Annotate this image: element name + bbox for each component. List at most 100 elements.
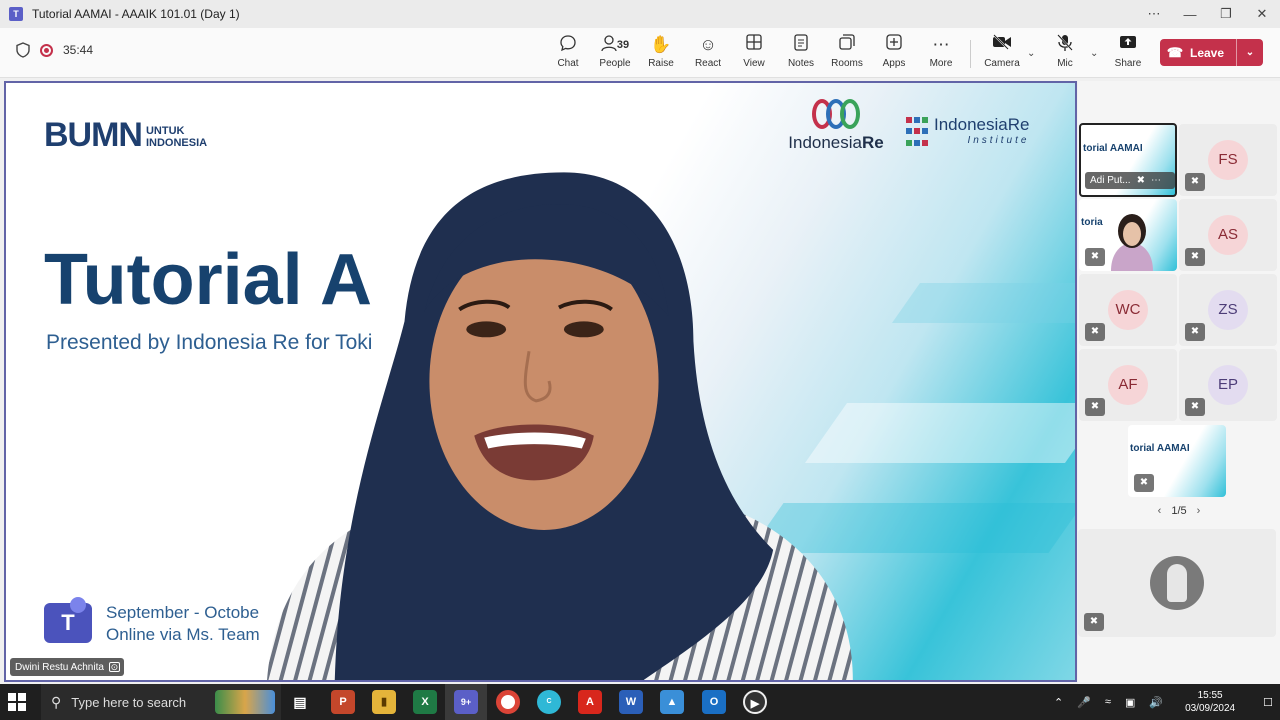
outlook-icon[interactable]: O [702, 690, 726, 714]
notes-icon [778, 34, 824, 56]
react-button[interactable]: ☺ React [685, 34, 731, 69]
mic-off-icon: ✖ [1085, 323, 1105, 341]
excel-icon[interactable]: X [413, 690, 437, 714]
presenter-video [267, 172, 853, 680]
search-icon: ⚲ [51, 693, 62, 710]
powerpoint-icon[interactable]: P [331, 690, 355, 714]
participant-tile-shared[interactable]: torial AAMAI Adi Put... ✖ ⋯ [1079, 123, 1177, 197]
avatar: FS [1208, 140, 1248, 180]
pager-prev-icon[interactable]: ‹ [1158, 505, 1162, 517]
mic-off-icon: ✖ [1185, 173, 1205, 191]
window-title: Tutorial AAMAI - AAAIK 101.01 (Day 1) [32, 7, 240, 21]
avatar: EP [1208, 365, 1248, 405]
rooms-button[interactable]: Rooms [824, 34, 870, 69]
display-icon[interactable]: ▣ [1125, 696, 1135, 709]
avatar: ZS [1208, 290, 1248, 330]
leave-button[interactable]: ☎ Leave ⌄ [1160, 39, 1263, 66]
raise-hand-button[interactable]: ✋ Raise [638, 34, 684, 69]
chrome-icon[interactable] [496, 690, 520, 714]
clock-time: 15:55 [1197, 690, 1223, 701]
window-controls: ⋯ — ❐ ✕ [1136, 0, 1280, 28]
meeting-toolbar: 35:44 Chat 39 People ✋ Raise ☺ React Vie… [0, 28, 1280, 78]
mini-slide-title: torial AAMAI [1083, 143, 1143, 154]
self-view-tile[interactable]: ✖ [1078, 529, 1276, 637]
toolbar-divider [970, 40, 971, 68]
windows-start-icon[interactable] [8, 693, 26, 711]
search-highlight-icon[interactable] [215, 690, 275, 714]
apps-button[interactable]: Apps [871, 34, 917, 69]
participant-tile-af[interactable]: AF ✖ [1079, 349, 1177, 421]
windows-taskbar: ⚲ Type here to search ▤ P ▮ X 9+ C A W ▲… [0, 684, 1280, 720]
share-icon [1105, 34, 1151, 56]
camera-options-chevron-icon[interactable]: ⌄ [1027, 48, 1035, 59]
hang-up-icon: ☎ [1166, 44, 1184, 60]
word-icon[interactable]: W [619, 690, 643, 714]
presenter-name-tag: Dwini Restu Achnita ⊙ [10, 658, 124, 676]
pager-next-icon[interactable]: › [1197, 505, 1201, 517]
file-explorer-icon[interactable]: ▮ [372, 690, 396, 714]
avatar: AF [1108, 365, 1148, 405]
tray-mic-icon[interactable]: 🎤 [1077, 696, 1091, 709]
view-button[interactable]: View [731, 34, 777, 69]
notes-button[interactable]: Notes [778, 34, 824, 69]
people-button[interactable]: 39 People [591, 34, 639, 69]
meeting-timer: 35:44 [63, 43, 94, 57]
participant-video-person [1111, 214, 1153, 271]
participant-tile-shared-2[interactable]: torial AAMAI ✖ [1128, 425, 1226, 497]
shield-icon[interactable] [16, 42, 30, 58]
mic-off-icon: ✖ [1134, 474, 1154, 492]
more-options-icon[interactable]: ⋯ [1151, 175, 1161, 186]
people-icon: 39 [591, 34, 639, 56]
share-button[interactable]: Share [1105, 34, 1151, 69]
camera-button[interactable]: Camera [979, 34, 1025, 69]
participant-tile-zs[interactable]: ZS ✖ [1179, 274, 1277, 346]
title-bar: T Tutorial AAMAI - AAAIK 101.01 (Day 1) … [0, 0, 1280, 28]
pin-icon[interactable]: ⊙ [108, 662, 120, 672]
mic-options-chevron-icon[interactable]: ⌄ [1090, 48, 1098, 59]
participant-tile-video[interactable]: toria ✖ [1079, 199, 1177, 271]
canva-icon[interactable]: C [537, 690, 561, 714]
rooms-icon [824, 34, 870, 56]
mic-off-icon: ✖ [1085, 248, 1105, 266]
avatar: AS [1208, 215, 1248, 255]
mic-off-icon: ✖ [1136, 175, 1145, 186]
taskbar-search-placeholder: Type here to search [71, 694, 187, 710]
acrobat-icon[interactable]: A [578, 690, 602, 714]
photos-icon[interactable]: ▲ [660, 690, 684, 714]
teams-app-icon: T [9, 7, 23, 21]
mic-off-icon: ✖ [1085, 398, 1105, 416]
participant-name-tag: Adi Put... ✖ ⋯ [1085, 172, 1175, 189]
meeting-status: 35:44 [16, 42, 93, 58]
volume-icon[interactable]: 🔊 [1149, 696, 1163, 709]
gallery-pager: ‹ 1/5 › [1078, 505, 1280, 517]
participant-tile-wc[interactable]: WC ✖ [1079, 274, 1177, 346]
clock-date: 03/09/2024 [1185, 703, 1236, 714]
wifi-icon[interactable]: ≈ [1105, 696, 1111, 708]
participant-tile-ep[interactable]: EP ✖ [1179, 349, 1277, 421]
minimize-icon[interactable]: — [1172, 7, 1208, 22]
tray-chevron-icon[interactable]: ⌃ [1054, 696, 1063, 709]
system-tray: ⌃ 🎤 ≈ ▣ 🔊 15:55 03/09/2024 ☐ [1047, 684, 1280, 720]
mic-button[interactable]: Mic [1042, 34, 1088, 69]
more-options-icon[interactable]: ⋯ [1136, 6, 1172, 22]
mic-off-icon: ✖ [1084, 613, 1104, 631]
media-player-icon[interactable]: ▶ [743, 690, 767, 714]
close-icon[interactable]: ✕ [1244, 6, 1280, 22]
restore-icon[interactable]: ❐ [1208, 6, 1244, 22]
chat-icon [545, 34, 591, 56]
pager-label: 1/5 [1171, 505, 1187, 517]
leave-options-chevron-icon[interactable]: ⌄ [1236, 39, 1263, 66]
mic-off-icon: ✖ [1185, 248, 1205, 266]
apps-icon [871, 34, 917, 56]
task-view-icon[interactable]: ▤ [288, 690, 312, 714]
taskbar-clock[interactable]: 15:55 03/09/2024 [1178, 689, 1242, 715]
chat-button[interactable]: Chat [545, 34, 591, 69]
more-button[interactable]: ⋯ More [918, 34, 964, 69]
main-video-stage[interactable]: BUMN UNTUK INDONESIA IndonesiaRe Indonesi… [4, 81, 1077, 682]
participant-tile-fs[interactable]: FS ✖ [1179, 124, 1277, 196]
mic-off-icon: ✖ [1185, 323, 1205, 341]
participant-tile-as[interactable]: AS ✖ [1179, 199, 1277, 271]
teams-taskbar-icon[interactable]: 9+ [454, 690, 478, 714]
notifications-icon[interactable]: ☐ [1263, 696, 1273, 709]
camera-off-icon [979, 34, 1025, 56]
